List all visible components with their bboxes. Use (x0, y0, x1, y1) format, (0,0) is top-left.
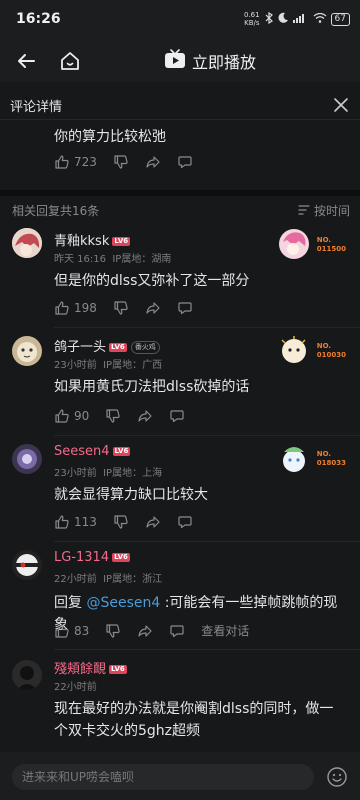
avatar[interactable] (12, 444, 42, 474)
level-badge: LV6 (109, 665, 127, 674)
status-icons: 0.61 KB/s 67 (244, 11, 350, 27)
reply-actions: 198 (54, 300, 209, 316)
like-button[interactable]: 198 (54, 300, 97, 316)
comment-input[interactable]: 进来来和UP唠会嗑呗 (12, 764, 314, 790)
bluetooth-icon (264, 11, 274, 27)
row-divider (54, 649, 360, 650)
reply-text: 如果用黄氏刀法把dlss砍掉的话 (54, 379, 250, 395)
reply-actions: 90 (54, 408, 201, 424)
view-dialog-link[interactable]: 查看对话 (201, 622, 249, 639)
page-title: 评论详情 (10, 100, 63, 115)
username[interactable]: 殘頬餘靦 LV6 (54, 658, 127, 677)
username[interactable]: 青釉kksk LV6 (54, 230, 131, 249)
reply-meta: 昨天 16:16 IP属地：湖南 (54, 254, 172, 265)
reply-meta: 22小时前 (54, 682, 97, 693)
reply-meta: 23小时前 IP属地：广西 (54, 360, 163, 371)
back-arrow-icon[interactable] (14, 49, 38, 73)
username[interactable]: 鸽子一头 LV6 番火鸡 (54, 336, 160, 355)
net-speed: 0.61 KB/s (243, 11, 260, 27)
fan-number: NO. 010030 (316, 342, 346, 359)
comment-detail-header: 评论详情 (0, 90, 360, 120)
share-button[interactable] (137, 408, 153, 424)
wifi-icon (313, 12, 327, 26)
reply-item: 殘頬餘靦 LV6 22小时前 现在最好的办法就是你阉割dlss的同时，做一个双卡交… (0, 652, 360, 752)
reply-actions: 83 查看对话 (54, 622, 265, 639)
root-comment-actions: 723 (54, 154, 209, 170)
avatar[interactable] (12, 336, 42, 366)
level-badge: LV6 (109, 343, 127, 352)
fan-number: NO. 011500 (316, 236, 346, 253)
level-badge: LV6 (112, 237, 131, 246)
username[interactable]: Seesen4 LV6 (54, 444, 131, 459)
close-icon[interactable] (332, 96, 350, 114)
status-time: 16:26 (16, 11, 61, 27)
dislike-button[interactable] (113, 154, 129, 170)
reply-item: LG-1314 LV6 22小时前 IP属地：浙江 回复 @Seesen4 :可能… (0, 544, 360, 650)
sort-by-time-button[interactable]: 按时间 (298, 202, 350, 219)
play-now-button[interactable]: 立即播放 (164, 49, 256, 73)
reply-count: 相关回复共16条 (12, 204, 100, 218)
reply-text: 就会显得算力缺口比较大 (54, 487, 208, 503)
battery-icon: 67 (330, 12, 350, 26)
sort-icon (298, 204, 310, 218)
reply-text: 但是你的dlss又弥补了这一部分 (54, 273, 250, 289)
fan-number: NO. 018033 (316, 450, 346, 467)
share-button[interactable] (145, 514, 161, 530)
username[interactable]: LG-1314 LV6 (54, 550, 130, 565)
share-button[interactable] (137, 623, 153, 639)
row-divider (54, 541, 360, 542)
reply-item: 鸽子一头 LV6 番火鸡 23小时前 IP属地：广西 NO. 010030 如果用黄氏… (0, 330, 360, 436)
row-divider (54, 435, 360, 436)
top-nav-bar: 立即播放 (0, 40, 360, 82)
home-icon[interactable] (58, 49, 82, 73)
reply-list-header: 相关回复共16条 按时间 (0, 196, 360, 224)
mention-link[interactable]: @Seesen4 (86, 595, 160, 611)
status-bar: 16:26 0.61 KB/s 67 (0, 0, 360, 40)
like-button[interactable]: 90 (54, 408, 89, 424)
user-tag: 番火鸡 (130, 341, 160, 354)
reply-item: Seesen4 LV6 23小时前 IP属地：上海 NO. 018033 就会显得算… (0, 438, 360, 542)
dislike-button[interactable] (113, 300, 129, 316)
level-badge: LV6 (112, 447, 131, 456)
tv-play-icon (164, 49, 186, 73)
share-button[interactable] (145, 154, 161, 170)
avatar[interactable] (12, 228, 42, 258)
comment-input-bar: 进来来和UP唠会嗑呗 (0, 752, 360, 800)
play-now-label: 立即播放 (192, 53, 257, 72)
root-comment-text: 你的算力比较松弛 (54, 129, 166, 145)
dislike-button[interactable] (113, 514, 129, 530)
signal-icon (292, 13, 309, 26)
avatar[interactable] (12, 660, 42, 690)
reply-bubble-button[interactable] (177, 514, 193, 530)
row-divider (54, 327, 360, 328)
reply-bubble-button[interactable] (169, 408, 185, 424)
dislike-button[interactable] (105, 408, 121, 424)
dislike-button[interactable] (105, 623, 121, 639)
moon-icon (278, 12, 289, 26)
reply-meta: 22小时前 IP属地：浙江 (54, 574, 163, 585)
like-button[interactable]: 723 (54, 154, 97, 170)
reply-meta: 23小时前 IP属地：上海 (54, 468, 163, 479)
reply-bubble-button[interactable] (177, 300, 193, 316)
like-button[interactable]: 113 (54, 514, 97, 530)
reply-actions: 113 (54, 514, 209, 530)
like-button[interactable]: 83 (54, 623, 89, 639)
avatar[interactable] (12, 550, 42, 580)
reply-bubble-button[interactable] (177, 154, 193, 170)
emoji-icon[interactable] (326, 766, 348, 788)
reply-text: 现在最好的办法就是你阉割dlss的同时，做一个双卡交火的5ghz超频 (54, 701, 334, 739)
reply-bubble-button[interactable] (169, 623, 185, 639)
root-comment: 你的算力比较松弛 723 (0, 120, 360, 190)
level-badge: LV6 (112, 553, 130, 562)
reply-item: 青釉kksk LV6 昨天 16:16 IP属地：湖南 NO. 011500 但是你… (0, 224, 360, 328)
share-button[interactable] (145, 300, 161, 316)
